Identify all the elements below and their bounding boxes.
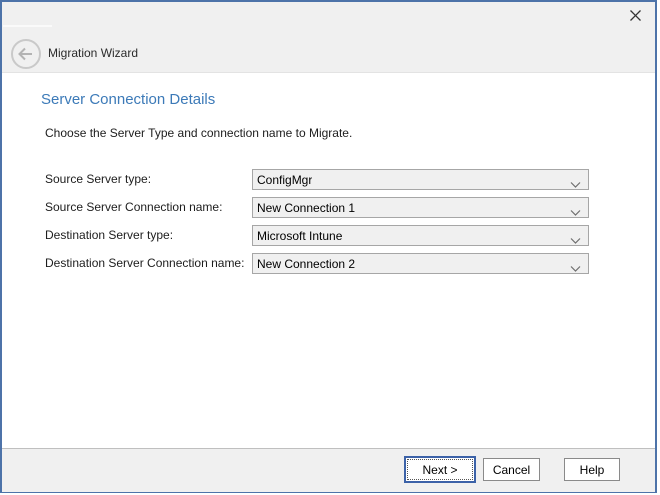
- chevron-down-icon: [570, 176, 581, 184]
- source-connection-name-value: New Connection 1: [253, 201, 355, 215]
- help-button[interactable]: Help: [564, 458, 620, 481]
- close-button[interactable]: [625, 7, 645, 27]
- wizard-header: Migration Wizard: [2, 2, 655, 73]
- chevron-down-icon: [570, 204, 581, 212]
- source-connection-name-label: Source Server Connection name:: [45, 197, 222, 218]
- destination-server-type-value: Microsoft Intune: [253, 229, 342, 243]
- page-heading: Server Connection Details: [41, 91, 215, 108]
- destination-connection-name-label: Destination Server Connection name:: [45, 253, 244, 274]
- destination-server-type-label: Destination Server type:: [45, 225, 173, 246]
- wizard-title: Migration Wizard: [48, 46, 138, 60]
- next-button[interactable]: Next >: [404, 456, 476, 483]
- destination-server-type-dropdown[interactable]: Microsoft Intune: [252, 225, 589, 246]
- chevron-down-icon: [570, 260, 581, 268]
- destination-connection-name-value: New Connection 2: [253, 257, 355, 271]
- cancel-button[interactable]: Cancel: [483, 458, 540, 481]
- source-server-type-dropdown[interactable]: ConfigMgr: [252, 169, 589, 190]
- source-connection-name-dropdown[interactable]: New Connection 1: [252, 197, 589, 218]
- titlebar-highlight: [3, 25, 52, 27]
- migration-wizard-window: Migration Wizard Server Connection Detai…: [0, 0, 657, 493]
- chevron-down-icon: [570, 232, 581, 240]
- source-server-type-value: ConfigMgr: [253, 173, 312, 187]
- destination-connection-name-dropdown[interactable]: New Connection 2: [252, 253, 589, 274]
- back-button[interactable]: [10, 38, 42, 70]
- close-icon: [629, 9, 642, 25]
- wizard-footer: [2, 448, 655, 492]
- source-server-type-label: Source Server type:: [45, 169, 151, 190]
- page-description: Choose the Server Type and connection na…: [45, 126, 352, 140]
- back-arrow-icon: [10, 58, 42, 73]
